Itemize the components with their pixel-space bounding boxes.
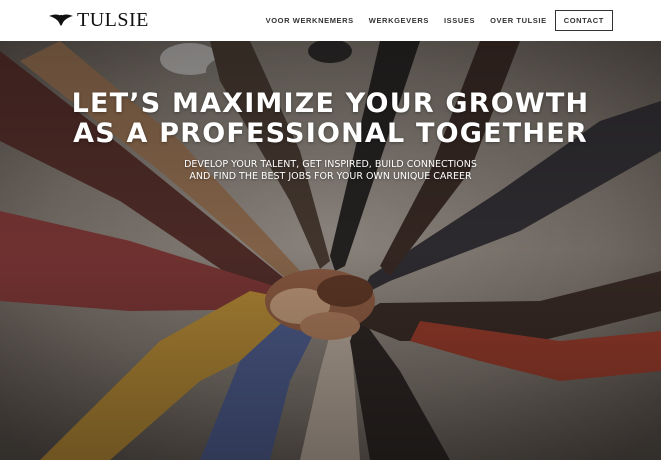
nav-issues[interactable]: ISSUES — [444, 16, 475, 25]
hero-headline: LET’S MAXIMIZE YOUR GROWTH AS A PROFESSI… — [0, 41, 661, 149]
hero-headline-line-1: LET’S MAXIMIZE YOUR GROWTH — [71, 88, 590, 119]
hero-section: LET’S MAXIMIZE YOUR GROWTH AS A PROFESSI… — [0, 41, 661, 460]
logo[interactable]: TULSIE — [49, 9, 149, 31]
site-header: TULSIE VOOR WERKNEMERS WERKGEVERS ISSUES… — [0, 0, 661, 41]
hero-subtitle-line-2: AND FIND THE BEST JOBS FOR YOUR OWN UNIQ… — [189, 170, 472, 182]
nav-voor-werknemers[interactable]: VOOR WERKNEMERS — [266, 16, 354, 25]
hero-headline-line-2: AS A PROFESSIONAL TOGETHER — [73, 118, 588, 149]
hero-text: LET’S MAXIMIZE YOUR GROWTH AS A PROFESSI… — [0, 41, 661, 182]
hero-subtitle: DEVELOP YOUR TALENT, GET INSPIRED, BUILD… — [0, 159, 661, 182]
logo-text: TULSIE — [77, 9, 149, 31]
hero-subtitle-line-1: DEVELOP YOUR TALENT, GET INSPIRED, BUILD… — [184, 159, 477, 170]
eagle-icon — [49, 13, 73, 27]
main-nav: VOOR WERKNEMERS WERKGEVERS ISSUES OVER T… — [266, 10, 613, 31]
nav-werkgevers[interactable]: WERKGEVERS — [369, 16, 429, 25]
nav-over-tulsie[interactable]: OVER TULSIE — [490, 16, 547, 25]
contact-button[interactable]: CONTACT — [554, 10, 613, 31]
